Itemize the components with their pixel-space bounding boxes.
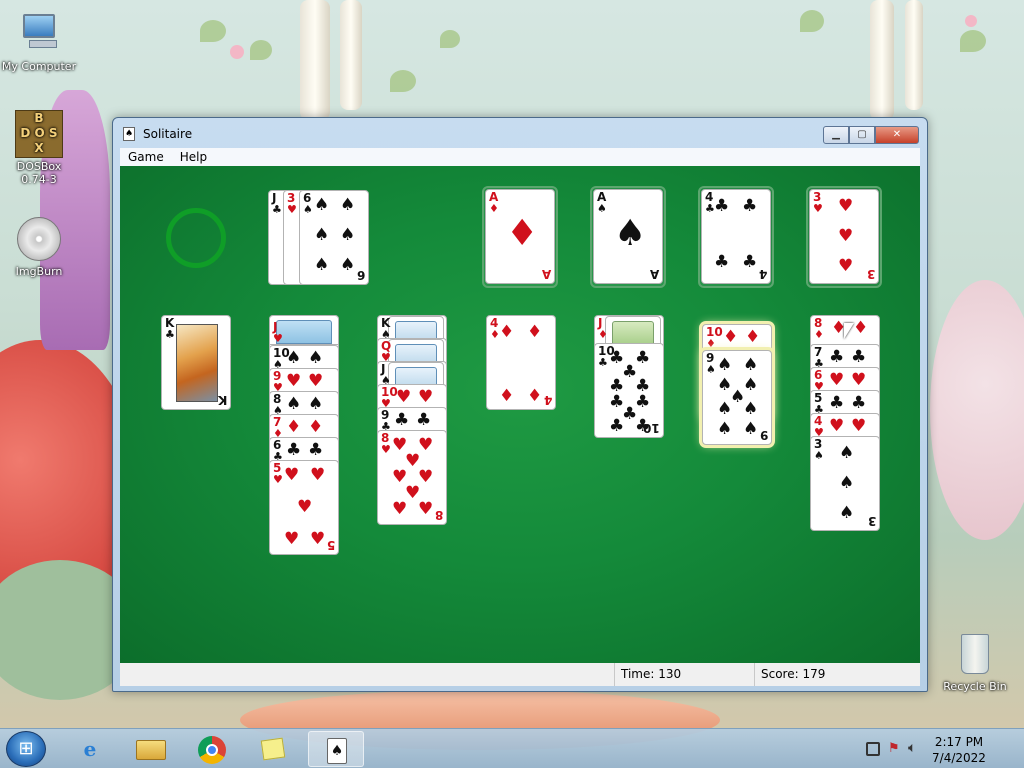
imgburn-icon[interactable]: ImgBurn (1, 215, 77, 278)
dosbox-icon[interactable]: BD O SX DOSBox 0.74-3 (1, 110, 77, 186)
card-picture (605, 316, 661, 346)
window-title: Solitaire (143, 127, 193, 141)
foundation-4[interactable]: 3 ♥ ♥ ♥ ♥ 3 (806, 186, 882, 288)
status-bar: Time: 130 Score: 179 (120, 663, 920, 686)
taskbar: e ♠ ⚑ 🔈︎ 2:17 PM 7/4/2022 (0, 728, 1024, 768)
sticky-notes-icon[interactable] (246, 731, 302, 767)
internet-explorer-icon[interactable]: e (62, 731, 118, 767)
clock-time: 2:17 PM (934, 735, 984, 749)
chrome-icon[interactable] (184, 731, 240, 767)
minimize-button[interactable]: ▁ (823, 126, 849, 144)
score-value: 179 (802, 667, 826, 681)
king-artwork (176, 324, 218, 402)
action-center-flag-icon[interactable]: ⚑ (888, 741, 900, 756)
tableau-card-3-spades[interactable]: 3 ♠ ♠ ♠ ♠ 3 (810, 436, 880, 531)
menu-bar: Game Help (120, 148, 920, 166)
tableau-card-8-hearts[interactable]: 8 ♥ ♥ ♥ ♥ ♥ ♥ ♥ ♥ ♥ 8 (377, 430, 447, 525)
foundation-2[interactable]: A ♠ ♠ A (590, 186, 666, 288)
volume-icon[interactable]: 🔈︎ (908, 740, 916, 756)
solitaire-app-icon: ♠ (123, 127, 135, 141)
foundation-1[interactable]: A ♦ ♦ A (482, 186, 558, 288)
recycle-bin-graphic-icon (951, 630, 999, 678)
dosbox-logo-icon: BD O SX (15, 110, 63, 158)
computer-icon (15, 10, 63, 58)
caption-buttons: ▁ ▢ ✕ (823, 126, 919, 144)
foundation-card-ace-spades: A ♠ ♠ A (593, 189, 663, 284)
score-label: Score: (761, 667, 799, 681)
menu-help[interactable]: Help (172, 150, 215, 164)
tableau-card-king-clubs[interactable]: K ♣ K (161, 315, 231, 410)
score-cell: Score: 179 (754, 663, 920, 686)
time-value: 130 (658, 667, 682, 681)
desktop-icon-label: ImgBurn (15, 265, 63, 278)
mouse-cursor (844, 323, 854, 339)
recycle-bin-icon[interactable]: Recycle Bin (937, 630, 1013, 693)
start-button[interactable] (6, 731, 46, 767)
foundation-card-3-hearts: 3 ♥ ♥ ♥ ♥ 3 (809, 189, 879, 284)
stock-pile-empty[interactable] (166, 208, 226, 268)
network-icon[interactable] (866, 742, 880, 756)
system-tray: ⚑ 🔈︎ 2:17 PM 7/4/2022 (854, 729, 1024, 768)
foundation-card-ace-diamonds: A ♦ ♦ A (485, 189, 555, 284)
maximize-button[interactable]: ▢ (849, 126, 875, 144)
close-button[interactable]: ✕ (875, 126, 919, 144)
clock-date: 7/4/2022 (932, 751, 986, 765)
disc-icon (15, 215, 63, 263)
title-bar[interactable]: ♠ Solitaire ▁ ▢ ✕ (113, 118, 927, 148)
time-label: Time: (621, 667, 655, 681)
tableau-card-5-hearts[interactable]: 5 ♥ ♥ ♥ ♥ ♥ ♥ 5 (269, 460, 339, 555)
foundation-card-4-clubs: 4 ♣ ♣ ♣ ♣ ♣ 4 (701, 189, 771, 284)
my-computer-icon[interactable]: My Computer (1, 10, 77, 73)
foundation-3[interactable]: 4 ♣ ♣ ♣ ♣ ♣ 4 (698, 186, 774, 288)
tableau-card-10-clubs[interactable]: 10 ♣ ♣ ♣ ♣ ♣ ♣ ♣ ♣ ♣ ♣ ♣ 10 (594, 343, 664, 438)
waste-card-6-spades[interactable]: 6 ♠ ♠ ♠ ♠ ♠ ♠ ♠ 6 (299, 190, 369, 285)
solitaire-window[interactable]: ♠ Solitaire ▁ ▢ ✕ Game Help J ♣ 3 ♥ 6 ♠ ♠ ♠ … (112, 117, 928, 692)
desktop-icon-label: DOSBox 0.74-3 (16, 160, 62, 186)
menu-game[interactable]: Game (120, 150, 172, 164)
game-board[interactable]: J ♣ 3 ♥ 6 ♠ ♠ ♠ ♠ ♠ ♠ ♠ 6 A ♦ ♦ A A ♠ ♠ A (120, 166, 920, 663)
tableau-card-9-spades[interactable]: 9 ♠ ♠ ♠ ♠ ♠ ♠ ♠ ♠ ♠ ♠ 9 (702, 350, 772, 445)
time-cell: Time: 130 (614, 663, 754, 686)
clock[interactable]: 2:17 PM 7/4/2022 (924, 734, 994, 766)
desktop-icon-label: My Computer (1, 60, 77, 73)
desktop-icon-label: Recycle Bin (943, 680, 1007, 693)
tableau-card-4-diamonds[interactable]: 4 ♦ ♦ ♦ ♦ ♦ 4 (486, 315, 556, 410)
solitaire-taskbar-icon[interactable]: ♠ (308, 731, 364, 767)
file-explorer-icon[interactable] (122, 731, 178, 767)
